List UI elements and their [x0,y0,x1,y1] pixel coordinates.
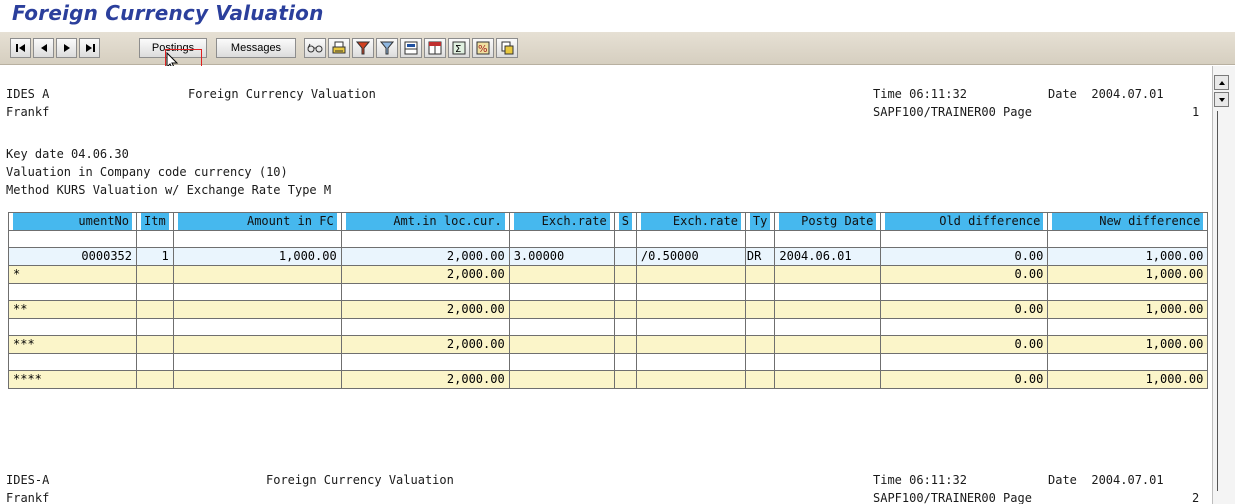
valuation-method: Method KURS Valuation w/ Exchange Rate T… [6,183,332,197]
col-header[interactable]: Exch.rate [635,212,746,231]
total-old-difference: 0.00 [880,300,1049,319]
sort-ascending-button[interactable] [352,38,374,58]
change-layout-button[interactable] [424,38,446,58]
scrollbar-track[interactable] [1217,111,1231,491]
first-page-button[interactable] [10,38,31,58]
print-date: Date 2004.07.01 [1048,87,1164,101]
exchange-rate: 3.00000 [508,247,615,266]
arrow-up-icon [1218,80,1225,85]
company-code: IDES A [6,87,50,101]
valuation-currency: Valuation in Company code currency (10) [6,165,288,179]
page-number: 1 [1192,105,1200,119]
program-page: SAPF100/TRAINER00 Page [873,105,1032,119]
new-difference: 1,000.00 [1047,247,1209,266]
table-row[interactable]: ** 2,000.00 0.00 1,000.00 [8,300,1209,319]
layout-button[interactable] [400,38,422,58]
previous-page-button[interactable] [33,38,54,58]
col-header[interactable]: Ty [744,212,776,231]
table-header: umentNo Itm Amount in FC Amt.in loc.cur.… [8,212,1209,231]
col-header[interactable]: Amount in FC [172,212,342,231]
total-new-difference: 1,000.00 [1047,300,1209,319]
title-bar: Foreign Currency Valuation [0,0,1235,32]
amount-fc: 1,000.00 [172,247,342,266]
total-old-difference: 0.00 [880,370,1049,389]
col-header[interactable]: S [613,212,637,231]
last-page-button[interactable] [79,38,100,58]
total-level: ** [8,300,137,319]
col-header[interactable]: Postg Date [774,212,882,231]
user-name: Frankf [6,105,50,119]
total-amount-lc: 2,000.00 [340,335,510,354]
table-icon [428,41,442,55]
vertical-scrollbar[interactable] [1212,66,1235,504]
svg-text:%: % [478,44,488,55]
s-indicator [613,247,637,266]
subtotal-button[interactable]: % [472,38,494,58]
table-row[interactable]: **** 2,000.00 0.00 1,000.00 [8,370,1209,389]
col-header[interactable]: Old difference [880,212,1049,231]
arrow-down-icon [1218,97,1225,102]
last-page-icon [85,44,95,52]
table-row[interactable]: * 2,000.00 0.00 1,000.00 [8,265,1209,284]
total-amount-lc: 2,000.00 [340,300,510,319]
col-header[interactable]: Amt.in loc.cur. [340,212,510,231]
old-difference: 0.00 [880,247,1049,266]
posting-date: 2004.06.01 [774,247,882,266]
col-header[interactable]: Exch.rate [508,212,615,231]
valuation-table: umentNo Itm Amount in FC Amt.in loc.cur.… [8,212,1209,389]
print-time-2: Time 06:11:32 [873,473,967,487]
messages-button[interactable]: Messages [216,38,296,58]
glasses-icon-button[interactable] [304,38,326,58]
next-page-icon [63,44,70,52]
col-header[interactable]: New difference [1047,212,1209,231]
user-name-2: Frankf [6,491,50,504]
report-title-2: Foreign Currency Valuation [266,473,454,487]
first-page-icon [15,44,25,52]
filter-icon [356,41,370,55]
doc-type: DR [744,247,776,266]
exchange-rate-indirect: /0.50000 [635,247,746,266]
window-title: Foreign Currency Valuation [12,1,324,25]
glasses-icon [307,43,323,53]
print-button[interactable] [328,38,350,58]
total-old-difference: 0.00 [880,335,1049,354]
amount-lc: 2,000.00 [340,247,510,266]
previous-page-icon [40,44,47,52]
col-header[interactable]: umentNo [8,212,137,231]
filter-button[interactable] [376,38,398,58]
total-old-difference: 0.00 [880,265,1049,284]
table-row[interactable]: *** 2,000.00 0.00 1,000.00 [8,335,1209,354]
item-number: 1 [136,247,174,266]
table-row[interactable]: 0000352 1 1,000.00 2,000.00 3.00000 /0.5… [8,247,1209,266]
total-level: **** [8,370,137,389]
page-number-2: 2 [1192,491,1200,504]
svg-text:Σ: Σ [455,44,461,55]
sigma-icon: Σ [452,41,466,55]
print-icon [332,41,346,54]
report-title: Foreign Currency Valuation [188,87,376,101]
print-date-2: Date 2004.07.01 [1048,473,1164,487]
total-new-difference: 1,000.00 [1047,265,1209,284]
export-button[interactable] [496,38,518,58]
total-level: *** [8,335,137,354]
funnel-icon [380,41,394,55]
print-time: Time 06:11:32 [873,87,967,101]
next-page-button[interactable] [56,38,77,58]
total-button[interactable]: Σ [448,38,470,58]
total-level: * [8,265,137,284]
percent-icon: % [476,41,490,55]
program-page-2: SAPF100/TRAINER00 Page [873,491,1032,504]
col-header[interactable]: Itm [136,212,174,231]
grid-icon [404,41,418,55]
total-new-difference: 1,000.00 [1047,335,1209,354]
scroll-down-button[interactable] [1214,92,1229,107]
company-code-2: IDES-A [6,473,50,487]
total-amount-lc: 2,000.00 [340,370,510,389]
total-amount-lc: 2,000.00 [340,265,510,284]
document-number[interactable]: 0000352 [8,247,137,266]
scroll-up-button[interactable] [1214,75,1229,90]
export-icon [501,41,514,55]
key-date: Key date 04.06.30 [6,147,129,161]
total-new-difference: 1,000.00 [1047,370,1209,389]
